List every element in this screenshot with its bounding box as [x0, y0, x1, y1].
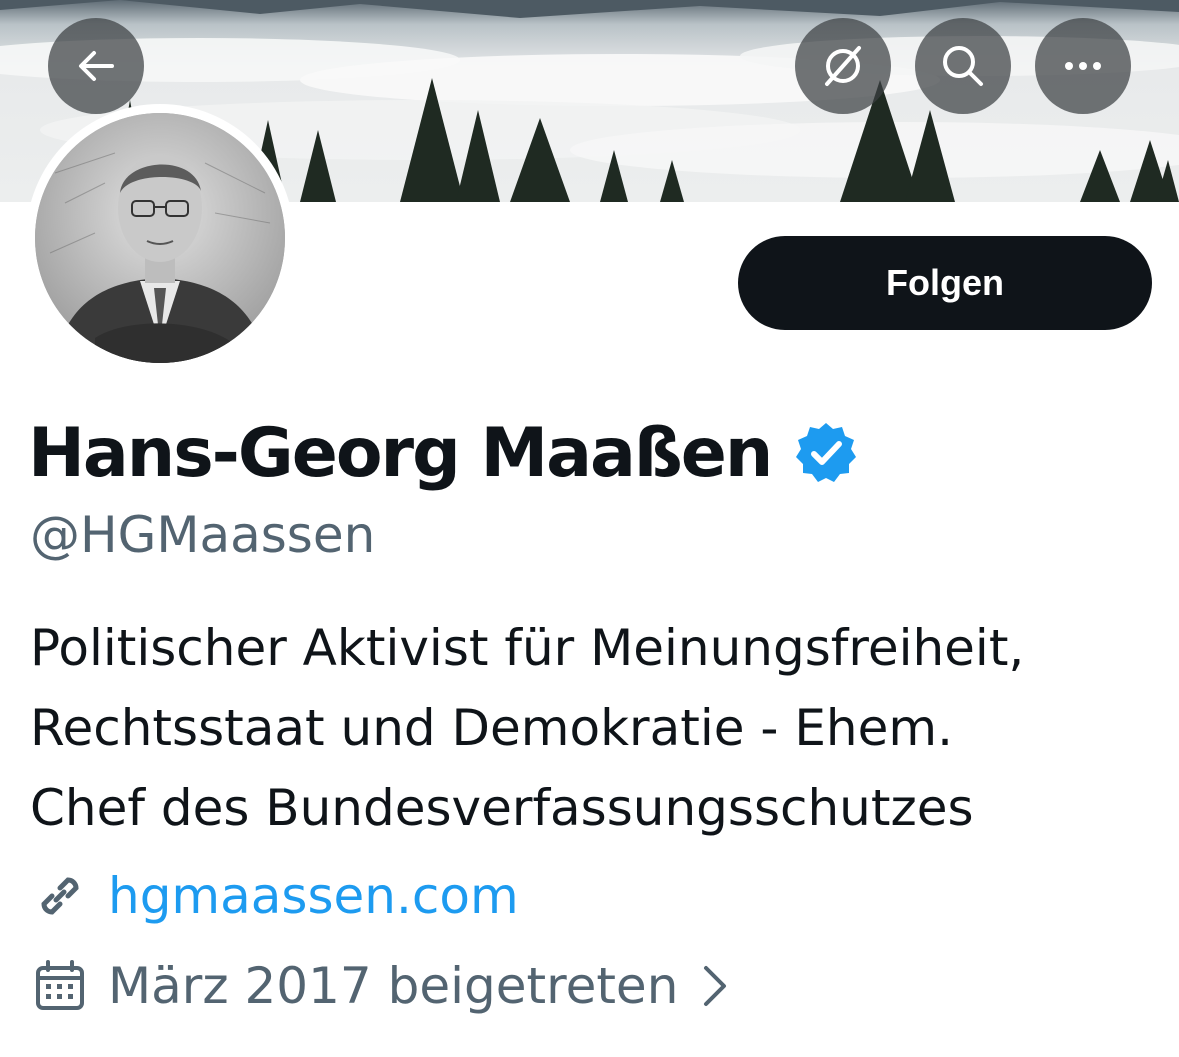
notifications-off-button[interactable] — [795, 18, 891, 114]
more-icon — [1065, 62, 1101, 70]
calendar-icon — [36, 960, 84, 1010]
notifications-off-icon — [825, 46, 861, 86]
website-row: hgmaassen.com — [30, 866, 519, 926]
user-handle: @HGMaassen — [30, 506, 376, 564]
search-icon — [943, 46, 983, 86]
more-button[interactable] — [1035, 18, 1131, 114]
bio-line: Rechtsstaat und Demokratie - Ehem. — [30, 699, 953, 757]
profile-bio: Politischer Aktivist für Meinungsfreihei… — [30, 608, 1170, 848]
profile-name-row: Hans-Georg Maaßen — [28, 408, 859, 498]
joined-date: März 2017 beigetreten — [108, 957, 679, 1015]
search-button[interactable] — [915, 18, 1011, 114]
back-button[interactable] — [48, 18, 144, 114]
bio-line: Chef des Bundesverfassungsschutzes — [30, 779, 974, 837]
avatar-frame[interactable] — [26, 104, 294, 372]
follow-button[interactable]: Folgen — [738, 236, 1152, 330]
verified-badge-icon[interactable] — [793, 420, 859, 486]
display-name: Hans-Georg Maaßen — [28, 413, 773, 493]
avatar — [35, 113, 285, 363]
website-link[interactable]: hgmaassen.com — [108, 867, 519, 925]
avatar-portrait-image — [35, 113, 285, 363]
chevron-right-icon — [704, 966, 727, 1006]
link-icon — [41, 877, 79, 915]
bio-line: Politischer Aktivist für Meinungsfreihei… — [30, 619, 1025, 677]
joined-row[interactable]: März 2017 beigetreten — [30, 956, 730, 1016]
arrow-left-icon — [79, 51, 114, 81]
